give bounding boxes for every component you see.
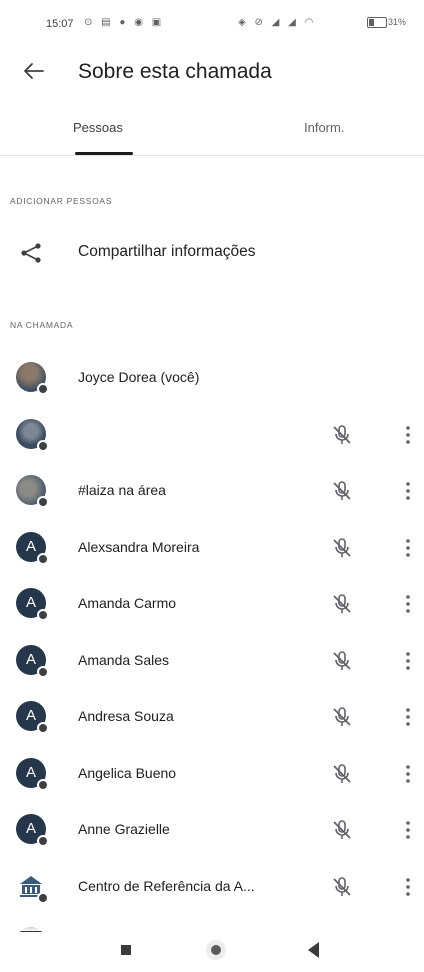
presence-dot	[37, 383, 49, 395]
more-options-icon[interactable]	[398, 424, 418, 446]
list-fade	[0, 915, 424, 931]
home-icon-center	[211, 945, 221, 955]
more-options-icon[interactable]	[398, 706, 418, 728]
mic-off-icon[interactable]	[330, 592, 354, 616]
participant-row[interactable]: A Angelica Bueno	[0, 746, 424, 803]
participant-row[interactable]: Joyce Dorea (você)	[0, 350, 424, 407]
navigation-bar	[0, 932, 424, 971]
presence-dot	[37, 835, 49, 847]
section-in-call: NA CHAMADA	[10, 320, 74, 330]
notification-icons: ⊙ ▤ ● ◉ ▣	[84, 17, 165, 28]
participant-name: Alexsandra Moreira	[78, 538, 200, 555]
share-info-label: Compartilhar informações	[78, 243, 256, 260]
participant-row[interactable]: A Andresa Souza	[0, 689, 424, 746]
home-icon[interactable]	[206, 940, 226, 960]
mic-off-icon[interactable]	[330, 875, 354, 899]
presence-dot	[37, 609, 49, 621]
tab-info[interactable]: Inform.	[304, 120, 344, 135]
more-options-icon[interactable]	[398, 763, 418, 785]
participant-name: Anne Grazielle	[78, 821, 170, 837]
battery-level	[369, 19, 374, 26]
share-info-button[interactable]: Compartilhar informações	[0, 228, 424, 278]
mic-off-icon[interactable]	[330, 649, 354, 673]
tab-people[interactable]: Pessoas	[73, 120, 123, 135]
presence-dot	[37, 778, 49, 791]
mic-off-icon[interactable]	[330, 705, 354, 729]
more-options-icon[interactable]	[398, 876, 418, 898]
connectivity-icons: ◈ ⊘ ◢ ◢ ◠	[238, 17, 317, 28]
presence-dot	[37, 496, 49, 508]
participant-list: Joyce Dorea (você) #laiza na área A Alexsan…	[0, 350, 424, 972]
more-options-icon[interactable]	[398, 650, 418, 672]
participant-name: Amanda Carmo	[78, 595, 177, 611]
participant-row[interactable]: A Amanda Carmo	[0, 576, 424, 633]
tab-indicator	[75, 152, 133, 155]
more-options-icon[interactable]	[398, 593, 418, 615]
presence-dot	[37, 722, 49, 734]
participant-name: Angelica Bueno	[78, 764, 177, 781]
mic-off-icon[interactable]	[330, 479, 354, 503]
section-add-people: ADICIONAR PESSOAS	[10, 196, 113, 206]
page-title: Sobre esta chamada	[78, 60, 272, 83]
participant-row[interactable]: #laiza na área	[0, 463, 424, 520]
presence-dot	[37, 891, 49, 904]
battery-icon	[367, 17, 387, 28]
participant-name: #laiza na área	[78, 482, 166, 498]
participant-name: Amanda Sales	[78, 651, 170, 668]
presence-dot	[37, 439, 49, 452]
participant-name: Centro de Referência da A...	[78, 877, 255, 894]
more-options-icon[interactable]	[398, 537, 418, 559]
tab-divider	[0, 155, 424, 156]
participant-row[interactable]	[0, 407, 424, 464]
share-icon	[21, 243, 41, 263]
participant-row[interactable]: A Alexsandra Moreira	[0, 520, 424, 577]
participant-name: Andresa Souza	[78, 708, 174, 724]
participant-row[interactable]: Centro de Referência da A...	[0, 859, 424, 916]
more-options-icon[interactable]	[398, 480, 418, 502]
arrow-back-icon	[24, 63, 44, 79]
mic-off-icon[interactable]	[330, 536, 354, 560]
more-options-icon[interactable]	[398, 819, 418, 841]
mic-off-icon[interactable]	[330, 818, 354, 842]
presence-dot	[37, 665, 49, 678]
participant-row[interactable]: A Amanda Sales	[0, 633, 424, 690]
battery-percent: 31%	[388, 17, 407, 27]
mic-off-icon[interactable]	[330, 762, 354, 786]
participant-name: Joyce Dorea (você)	[78, 369, 200, 385]
mic-off-icon[interactable]	[330, 423, 354, 447]
participant-row[interactable]: A Anne Grazielle	[0, 802, 424, 859]
recents-icon[interactable]	[121, 945, 131, 955]
status-time: 15:07	[46, 18, 74, 30]
status-bar: 15:07 ⊙ ▤ ● ◉ ▣ ◈ ⊘ ◢ ◢ ◠ 31%	[0, 0, 424, 44]
back-button[interactable]	[20, 57, 48, 85]
presence-dot	[37, 552, 49, 565]
nav-back-icon[interactable]	[308, 942, 319, 958]
